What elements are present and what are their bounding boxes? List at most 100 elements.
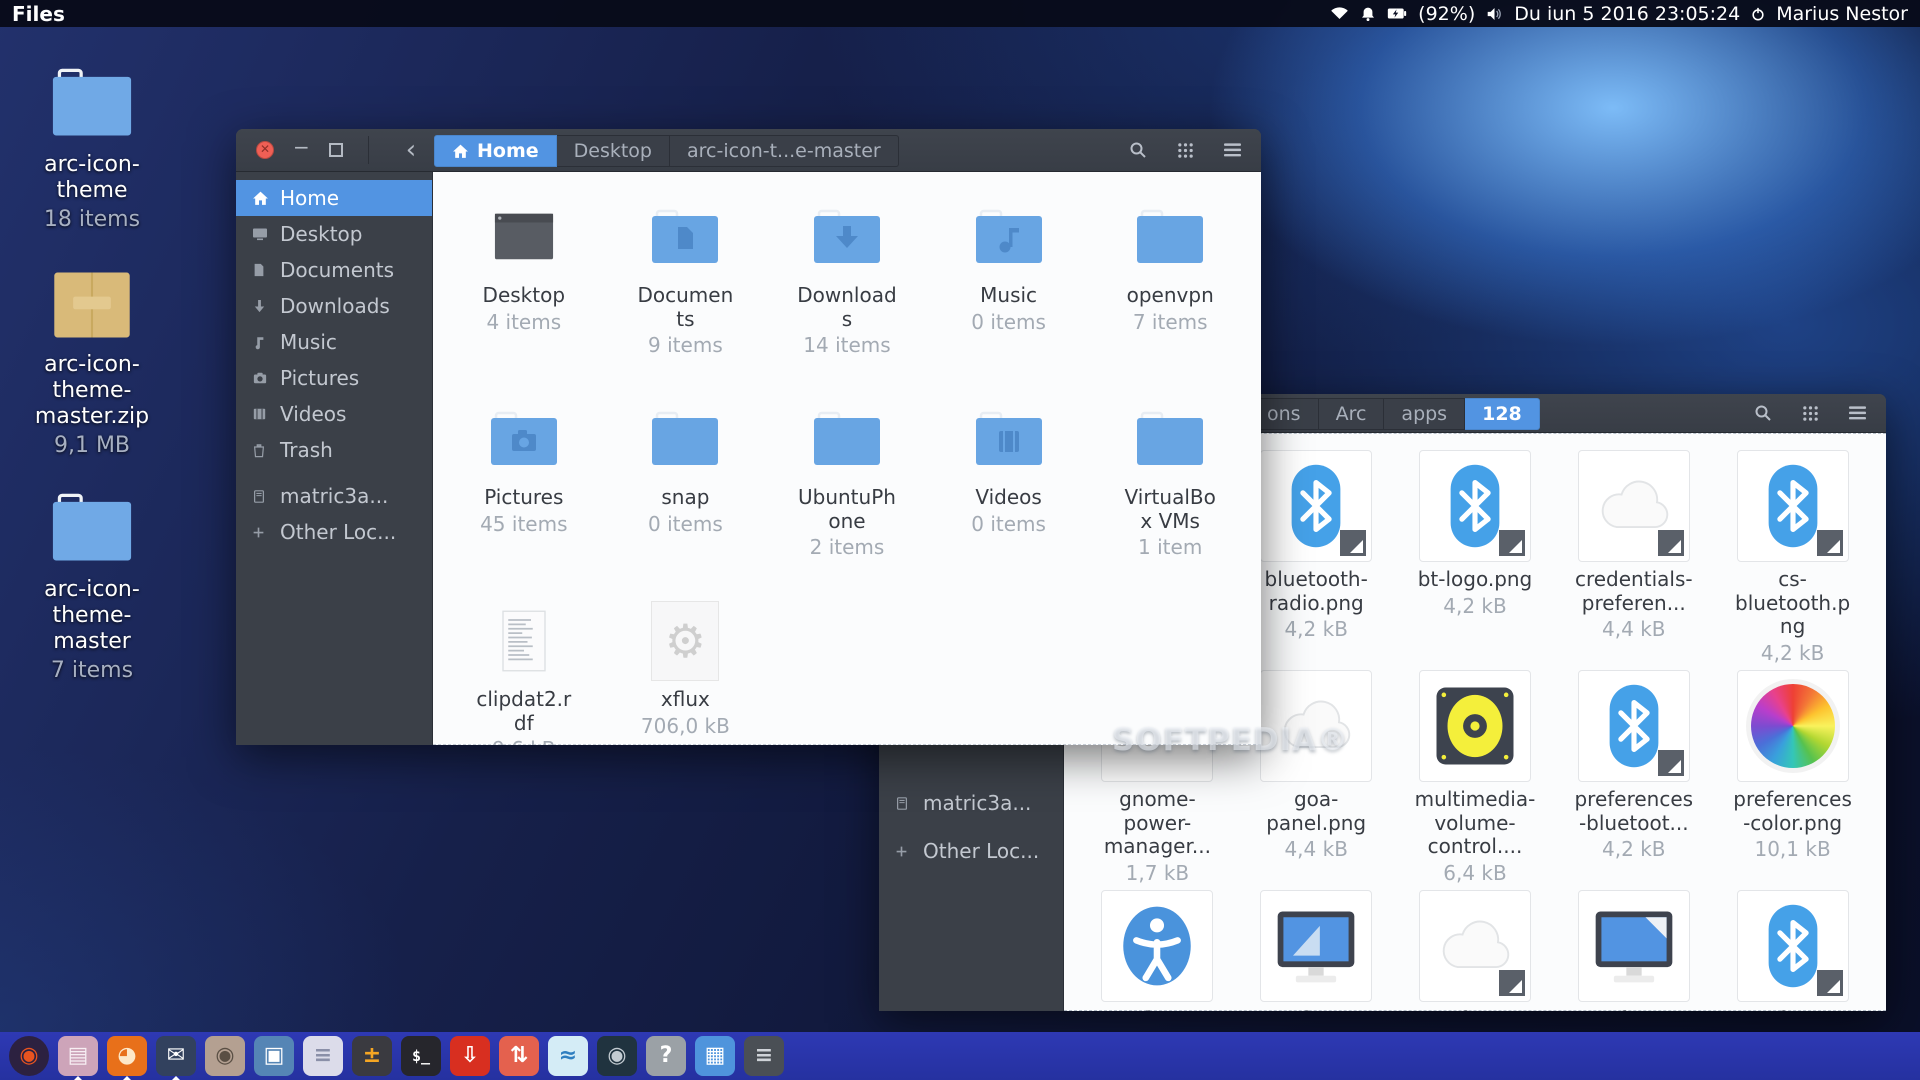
close-icon[interactable]: ✕ [256,141,274,159]
battery-icon[interactable] [1387,7,1407,20]
image-emblem-icon [1816,530,1843,556]
video-icon [252,407,269,421]
file-ubuntuphone[interactable]: UbuntuPhone 2 items [766,390,928,592]
file-label: preferences-bluetoot... [1574,787,1694,835]
sidebar-item-downloads[interactable]: Downloads [236,288,432,324]
desk-folder-icon [28,487,156,567]
path-segment-128[interactable]: 128 [1465,398,1540,430]
restore-icon[interactable] [328,143,343,157]
grid-view-icon[interactable] [1177,142,1194,159]
file-preferenc[interactable]: preferenc [1078,886,1237,1011]
sidebar-item-documents[interactable]: Documents [236,252,432,288]
sidebar-item-matric3a[interactable]: matric3a... [236,478,432,514]
path-segment-desktop[interactable]: Desktop [556,135,670,167]
taskbar-settings-list[interactable]: ≡ [744,1036,784,1076]
sidebar-item-desktop[interactable]: Desktop [236,216,432,252]
file-preferenc[interactable]: preferenc [1713,886,1872,1011]
sidebar-item-pictures[interactable]: Pictures [236,360,432,396]
sidebar-item-trash[interactable]: Trash [236,432,432,468]
file-meta: 4 items [486,309,562,334]
taskbar-gimp[interactable]: ◉ [205,1036,245,1076]
file-multimedia-volume-control[interactable]: multimedia-volume-control.... 6,4 kB [1396,666,1555,886]
taskbar-text-editor[interactable]: ≡ [303,1036,343,1076]
session-user[interactable]: Marius Nestor [1776,3,1908,25]
taskbar-files[interactable]: ▤ [58,1036,98,1076]
grid-view-icon[interactable] [1802,405,1819,422]
back-arrow-icon[interactable]: ‹ [394,137,428,163]
file-label: preferenc [1586,1007,1682,1011]
file-meta: 4,2 kB [1602,837,1666,862]
path-segment-arc[interactable]: Arc [1318,398,1385,430]
search-icon[interactable] [1129,141,1147,159]
desktop-icon-arc-icon-theme-master[interactable]: arc-icon-theme-master 7 items [28,487,156,683]
thumbnail-frame [1577,890,1690,1002]
taskbar-steam[interactable]: ◉ [597,1036,637,1076]
text-editor-glyph: ≡ [313,1043,333,1068]
path-segment-home[interactable]: Home [434,135,557,167]
taskbar-ubuntu-launcher[interactable]: ◉ [9,1036,49,1076]
taskbar-sync-updown[interactable]: ⇅ [499,1036,539,1076]
file-preferenc[interactable]: preferenc [1554,886,1713,1011]
file-downloads[interactable]: Downloads 14 items [766,188,928,390]
file-meta: 9,6 kB [492,737,555,745]
front-window-titlebar[interactable]: ✕ − ‹ › HomeDesktoparc-icon-t...e-master [236,129,1261,172]
sidebar-item-home[interactable]: Home [236,180,432,216]
files-window-front[interactable]: ✕ − ‹ › HomeDesktoparc-icon-t...e-master… [236,129,1261,745]
thumbnail-frame [1577,450,1690,562]
power-icon[interactable] [1751,7,1765,21]
volume-icon[interactable] [1486,7,1503,21]
clock[interactable]: Du iun 5 2016 23:05:24 [1514,3,1740,25]
taskbar-terminal[interactable]: $_ [401,1036,441,1076]
file-pictures[interactable]: Pictures 45 items [443,390,605,592]
file-clipdat2-rdf[interactable]: clipdat2.rdf 9,6 kB [443,592,605,745]
desktop-icon-arc-icon-theme-master-zip[interactable]: arc-icon-theme-master.zip 9,1 MB [28,262,156,458]
file-music[interactable]: Music 0 items [928,188,1090,390]
sidebar-item-label: matric3a... [280,484,389,508]
sidebar-item-videos[interactable]: Videos [236,396,432,432]
sidebar-item-music[interactable]: Music [236,324,432,360]
bluetooth-image-icon [1577,670,1690,782]
display-corner-image-icon [1577,890,1690,1002]
path-segment-apps[interactable]: apps [1384,398,1466,430]
path-segment-label: Desktop [573,140,652,162]
notifications-icon[interactable] [1360,6,1376,22]
taskbar-screenshot[interactable]: ▣ [254,1036,294,1076]
file-desktop[interactable]: Desktop 4 items [443,188,605,390]
file-documents[interactable]: Documents 9 items [605,188,767,390]
file-bt-logo-png[interactable]: bt-logo.png 4,2 kB [1396,446,1555,666]
sidebar-item-other-loc[interactable]: Other Loc... [236,514,432,550]
taskbar-unknown-app[interactable]: ? [646,1036,686,1076]
app-menu-files[interactable]: Files [0,2,65,26]
taskbar-system-monitor[interactable]: ≈ [548,1036,588,1076]
package-installer-glyph: ⇩ [460,1043,480,1068]
file-preferenc[interactable]: preferenc [1237,886,1396,1011]
menu-icon[interactable] [1849,406,1866,420]
minimize-icon[interactable]: − [293,137,310,157]
wifi-icon[interactable] [1330,6,1349,21]
file-snap[interactable]: snap 0 items [605,390,767,592]
file-xflux[interactable]: ⚙ xflux 706,0 kB [605,592,767,745]
file-cs-bluetooth-png[interactable]: cs-bluetooth.png 4,2 kB [1713,446,1872,666]
search-icon[interactable] [1754,404,1772,422]
menu-icon[interactable] [1224,143,1241,157]
image-emblem-icon [1657,750,1684,776]
sidebar-item-other-loc[interactable]: Other Loc... [879,833,1063,869]
taskbar-mail[interactable]: ✉ [156,1036,196,1076]
file-label: preferenc [1268,1007,1364,1011]
file-preferenc[interactable]: preferenc [1396,886,1555,1011]
taskbar-software-center[interactable]: ▦ [695,1036,735,1076]
file-preferences-color-png[interactable]: preferences-color.png 10,1 kB [1713,666,1872,886]
taskbar-firefox[interactable]: ◕ [107,1036,147,1076]
sidebar-item-matric3a[interactable]: matric3a... [879,785,1063,821]
system-tray: (92%) Du iun 5 2016 23:05:24 Marius Nest… [1330,3,1920,25]
image-emblem-icon [1816,970,1843,996]
path-segment-arc-icon-t-e-master[interactable]: arc-icon-t...e-master [670,135,899,167]
file-videos[interactable]: Videos 0 items [928,390,1090,592]
file-credentials-preferen[interactable]: credentials-preferen... 4,4 kB [1554,446,1713,666]
file-virtualbox-vms[interactable]: VirtualBox VMs 1 item [1089,390,1251,592]
taskbar-package-installer[interactable]: ⇩ [450,1036,490,1076]
file-preferences-bluetoot[interactable]: preferences-bluetoot... 4,2 kB [1554,666,1713,886]
file-openvpn[interactable]: openvpn 7 items [1089,188,1251,390]
taskbar-calculator[interactable]: ± [352,1036,392,1076]
desktop-icon-arc-icon-theme[interactable]: arc-icon-theme 18 items [28,62,156,232]
